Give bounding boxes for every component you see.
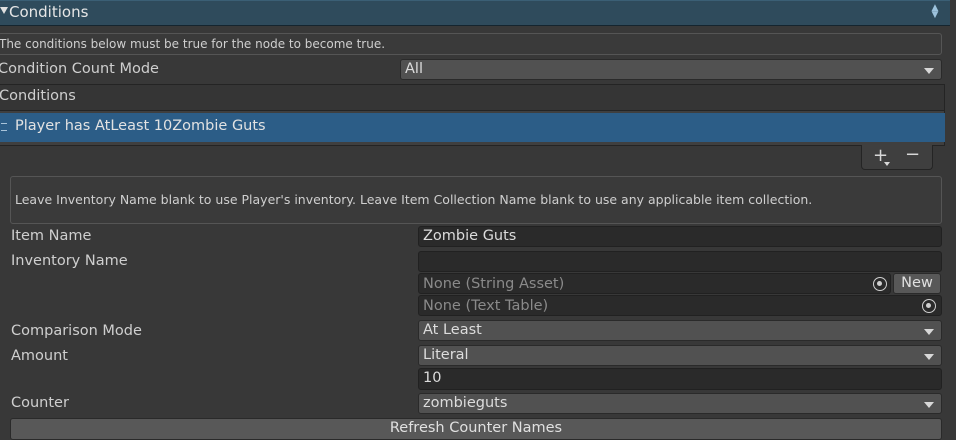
item-help-box: Leave Inventory Name blank to use Player… (10, 176, 942, 224)
reorder-arrows-icon[interactable]: ▲ ▼ (930, 4, 940, 21)
comparison-mode-dropdown[interactable]: At Least (418, 320, 942, 341)
text-table-placeholder: None (Text Table) (423, 298, 549, 314)
string-asset-placeholder: None (String Asset) (423, 276, 565, 292)
item-help-text: Leave Inventory Name blank to use Player… (15, 192, 813, 207)
conditions-list-header: Conditions (0, 84, 945, 110)
dropdown-value: Literal (423, 347, 469, 363)
conditions-foldout-header[interactable] (0, 0, 950, 26)
amount-field[interactable]: 10 (418, 368, 942, 390)
text-table-field[interactable]: None (Text Table) (418, 295, 942, 316)
counter-dropdown[interactable]: zombieguts (418, 393, 942, 414)
list-header-label: Conditions (0, 88, 76, 104)
foldout-arrow-icon[interactable] (0, 7, 8, 14)
list-item[interactable]: Player has AtLeast 10Zombie Guts (0, 113, 945, 142)
chevron-down-icon (924, 402, 934, 408)
condition-count-mode-label: Condition Count Mode (0, 61, 159, 77)
section-title: Conditions (9, 3, 89, 21)
help-text: The conditions below must be true for th… (0, 37, 386, 51)
minus-icon[interactable]: − (905, 144, 920, 165)
amount-value: 10 (423, 370, 442, 386)
item-name-field[interactable]: Zombie Guts (418, 226, 942, 247)
comparison-mode-label: Comparison Mode (11, 323, 142, 339)
list-footer (861, 145, 933, 170)
object-picker-icon[interactable] (873, 277, 887, 291)
inventory-name-field[interactable] (418, 251, 942, 272)
list-item-label: Player has AtLeast 10Zombie Guts (15, 118, 266, 134)
dropdown-value: All (405, 61, 423, 77)
refresh-counter-names-button[interactable]: Refresh Counter Names (10, 418, 942, 440)
drag-handle-icon[interactable] (1, 123, 7, 131)
add-dropdown-arrow-icon[interactable] (884, 162, 890, 166)
new-button-label: New (901, 275, 933, 291)
dropdown-value: zombieguts (423, 395, 508, 411)
string-asset-field[interactable]: None (String Asset) (418, 273, 891, 294)
refresh-button-label: Refresh Counter Names (389, 420, 563, 436)
item-name-label: Item Name (11, 228, 92, 244)
chevron-down-icon (924, 354, 934, 360)
counter-label: Counter (11, 395, 69, 411)
amount-mode-dropdown[interactable]: Literal (418, 345, 942, 366)
chevron-down-icon (924, 68, 934, 74)
chevron-down-icon (924, 329, 934, 335)
inventory-name-label: Inventory Name (11, 253, 128, 269)
dropdown-value: At Least (423, 322, 482, 338)
conditions-help-box: The conditions below must be true for th… (0, 33, 942, 55)
amount-label: Amount (11, 348, 68, 364)
object-picker-icon[interactable] (922, 299, 936, 313)
condition-count-mode-dropdown[interactable]: All (400, 59, 942, 80)
item-name-value: Zombie Guts (423, 228, 517, 244)
new-button[interactable]: New (893, 273, 941, 294)
